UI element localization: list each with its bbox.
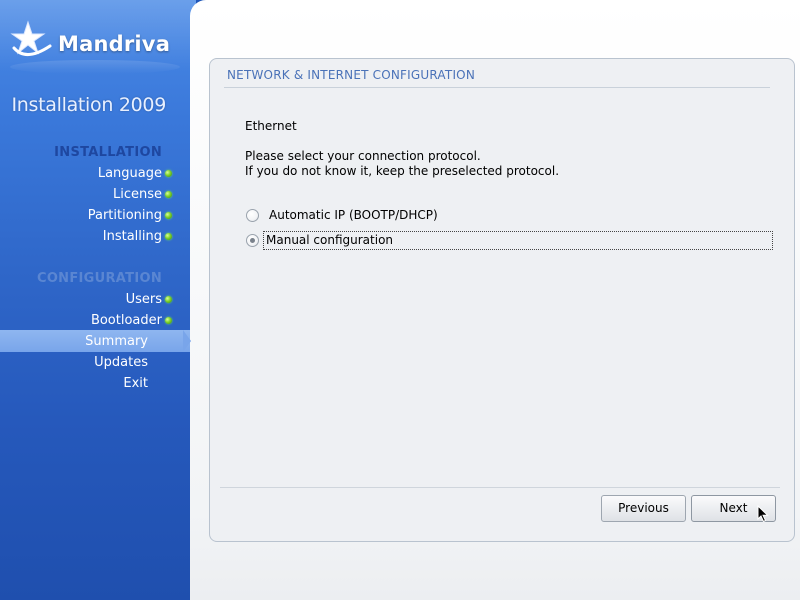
product-title: Installation 2009 [11, 94, 166, 116]
brand-logo: Mandriva [10, 18, 190, 62]
mouse-pointer-icon [757, 505, 769, 523]
done-dot-icon [165, 317, 172, 324]
brand-reflection [10, 60, 180, 74]
done-dot-icon [165, 296, 172, 303]
sidebar: Mandriva Installation 2009 INSTALLATION … [0, 0, 196, 600]
sidebar-step-label: Language [97, 166, 162, 181]
current-step-pointer [183, 330, 191, 352]
prompt-line-2: If you do not know it, keep the preselec… [245, 164, 560, 178]
done-dot-icon [165, 212, 172, 219]
done-dot-icon [165, 191, 172, 198]
radio-button[interactable] [246, 208, 259, 222]
sidebar-step-label: Installing [102, 229, 162, 244]
sidebar-step-installing: Installing [102, 226, 172, 247]
sidebar-step-updates: Updates [94, 352, 148, 373]
sidebar-step-label: Exit [123, 376, 148, 391]
sidebar-step-language: Language [97, 163, 172, 184]
sidebar-step-label: Updates [94, 355, 148, 370]
section-title-configuration: CONFIGURATION [36, 271, 162, 286]
star-logo-icon [10, 20, 52, 56]
option-automatic-ip[interactable]: Automatic IP (BOOTP/DHCP) [246, 206, 440, 224]
panel-subtitle: Ethernet [245, 119, 297, 133]
sidebar-step-users: Users [125, 289, 172, 310]
prompt-line-1: Please select your connection protocol. [245, 149, 481, 163]
brand-name: Mandriva [58, 32, 171, 56]
option-manual-configuration[interactable]: Manual configuration [246, 230, 773, 250]
section-title-installation: INSTALLATION [54, 145, 162, 160]
panel-title: NETWORK & INTERNET CONFIGURATION [227, 68, 476, 82]
option-label[interactable]: Manual configuration [263, 230, 773, 250]
button-divider [220, 487, 780, 488]
sidebar-step-label: Bootloader [90, 313, 162, 328]
config-panel: NETWORK & INTERNET CONFIGURATION Etherne… [209, 58, 795, 542]
sidebar-step-label: Users [125, 292, 162, 307]
done-dot-icon [165, 233, 172, 240]
previous-button[interactable]: Previous [601, 495, 686, 522]
sidebar-step-license: License [112, 184, 172, 205]
title-divider [224, 87, 770, 88]
done-dot-icon [165, 170, 172, 177]
sidebar-step-label: Partitioning [87, 208, 162, 223]
sidebar-step-bootloader: Bootloader [90, 310, 172, 331]
option-label[interactable]: Automatic IP (BOOTP/DHCP) [267, 208, 440, 222]
sidebar-step-partitioning: Partitioning [87, 205, 172, 226]
radio-button-selected[interactable] [246, 233, 259, 247]
sidebar-step-exit: Exit [123, 373, 148, 394]
sidebar-step-label: Summary [85, 334, 148, 349]
sidebar-step-label: License [112, 187, 162, 202]
sidebar-step-summary: Summary [85, 331, 148, 352]
